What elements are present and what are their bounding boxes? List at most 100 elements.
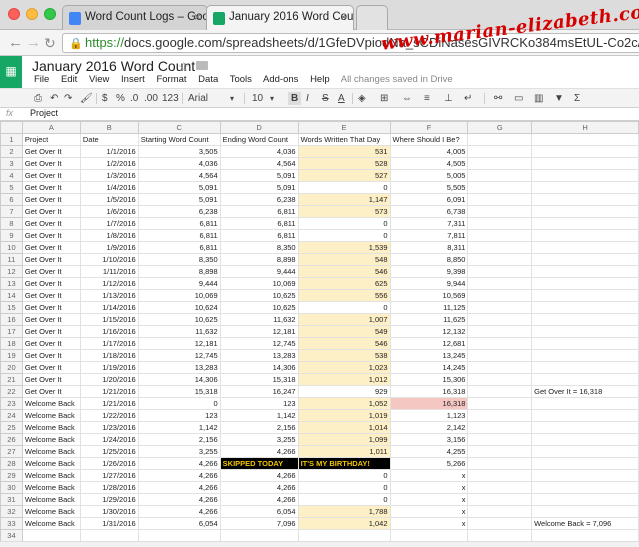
cell-b9[interactable]: 1/8/2016 [79, 229, 139, 242]
menu-insert[interactable]: Insert [121, 74, 145, 85]
cell-c6[interactable]: 5,091 [137, 193, 221, 206]
row-header[interactable]: 20 [0, 361, 23, 374]
cell-b13[interactable]: 1/12/2016 [79, 277, 139, 290]
cell-b31[interactable]: 1/29/2016 [79, 493, 139, 506]
cell-g20[interactable] [467, 361, 533, 374]
cell-g17[interactable] [467, 325, 533, 338]
cell-c21[interactable]: 14,306 [137, 373, 221, 386]
cell-f12[interactable]: 9,398 [389, 265, 469, 278]
cell-d31[interactable]: 4,266 [219, 493, 299, 506]
cell-g19[interactable] [467, 349, 533, 362]
cell-a7[interactable]: Get Over It [21, 205, 81, 218]
row-header[interactable]: 25 [0, 421, 23, 434]
print-icon[interactable]: ⎙ [34, 92, 42, 105]
cell-c28[interactable]: 4,266 [137, 457, 221, 470]
cell-f9[interactable]: 7,811 [389, 229, 469, 242]
cell-c12[interactable]: 8,898 [137, 265, 221, 278]
menu-add-ons[interactable]: Add-ons [263, 74, 298, 85]
cell-a19[interactable]: Get Over It [21, 349, 81, 362]
insert-link-icon[interactable]: ⚯ [494, 92, 502, 105]
cell-e17[interactable]: 549 [297, 325, 391, 338]
cell-c13[interactable]: 9,444 [137, 277, 221, 290]
cell-h33[interactable]: Welcome Back = 7,096 [531, 517, 639, 530]
cell-c10[interactable]: 6,811 [137, 241, 221, 254]
cell-d22[interactable]: 16,247 [219, 385, 299, 398]
fill-color-icon[interactable]: ◈ [358, 92, 366, 105]
cell-g27[interactable] [467, 445, 533, 458]
cell-f32[interactable]: x [389, 505, 469, 518]
cell-e33[interactable]: 1,042 [297, 517, 391, 530]
column-header-g[interactable]: G [467, 121, 533, 134]
cell-e6[interactable]: 1,147 [297, 193, 391, 206]
cell-b19[interactable]: 1/18/2016 [79, 349, 139, 362]
insert-chart-icon[interactable]: ▥ [534, 92, 543, 105]
row-header[interactable]: 6 [0, 193, 23, 206]
cell-d6[interactable]: 6,238 [219, 193, 299, 206]
cell-d17[interactable]: 12,181 [219, 325, 299, 338]
row-header[interactable]: 4 [0, 169, 23, 182]
cell-f3[interactable]: 4,505 [389, 157, 469, 170]
cell-g32[interactable] [467, 505, 533, 518]
cell-g30[interactable] [467, 481, 533, 494]
cell-d13[interactable]: 10,069 [219, 277, 299, 290]
cell-a26[interactable]: Welcome Back [21, 433, 81, 446]
cell-e23[interactable]: 1,052 [297, 397, 391, 410]
cell-a10[interactable]: Get Over It [21, 241, 81, 254]
redo-icon[interactable]: ↷ [64, 92, 72, 105]
cell-b20[interactable]: 1/19/2016 [79, 361, 139, 374]
cell-d4[interactable]: 5,091 [219, 169, 299, 182]
cell-d15[interactable]: 10,625 [219, 301, 299, 314]
cell-c31[interactable]: 4,266 [137, 493, 221, 506]
cell-g10[interactable] [467, 241, 533, 254]
menu-help[interactable]: Help [310, 74, 330, 85]
cell-a27[interactable]: Welcome Back [21, 445, 81, 458]
cell-e8[interactable]: 0 [297, 217, 391, 230]
row-header[interactable]: 18 [0, 337, 23, 350]
cell-h24[interactable] [531, 409, 639, 422]
cell-d32[interactable]: 6,054 [219, 505, 299, 518]
cell-e28[interactable]: IT'S MY BIRTHDAY! [297, 457, 391, 470]
decrease-decimal-button[interactable]: .0 [130, 92, 138, 105]
cell-f10[interactable]: 8,311 [389, 241, 469, 254]
cell-c25[interactable]: 1,142 [137, 421, 221, 434]
column-header-d[interactable]: D [219, 121, 299, 134]
menu-format[interactable]: Format [156, 74, 186, 85]
cell-f21[interactable]: 15,306 [389, 373, 469, 386]
cell-d34[interactable] [219, 529, 299, 541]
cell-h1[interactable] [531, 133, 639, 146]
cell-b10[interactable]: 1/9/2016 [79, 241, 139, 254]
cell-h6[interactable] [531, 193, 639, 206]
italic-button[interactable]: I [306, 92, 309, 105]
cell-e7[interactable]: 573 [297, 205, 391, 218]
increase-decimal-button[interactable]: .00 [144, 92, 158, 105]
cell-h28[interactable] [531, 457, 639, 470]
borders-icon[interactable]: ⊞ [380, 92, 388, 105]
cell-f24[interactable]: 1,123 [389, 409, 469, 422]
cell-f26[interactable]: 3,156 [389, 433, 469, 446]
cell-h13[interactable] [531, 277, 639, 290]
new-tab-button[interactable] [356, 5, 388, 30]
cell-a22[interactable]: Get Over It [21, 385, 81, 398]
cell-c8[interactable]: 6,811 [137, 217, 221, 230]
cell-g9[interactable] [467, 229, 533, 242]
cell-f29[interactable]: x [389, 469, 469, 482]
cell-c3[interactable]: 4,036 [137, 157, 221, 170]
cell-h16[interactable] [531, 313, 639, 326]
more-formats-button[interactable]: 123 [162, 92, 179, 105]
column-header-e[interactable]: E [297, 121, 391, 134]
cell-f13[interactable]: 9,944 [389, 277, 469, 290]
row-header[interactable]: 26 [0, 433, 23, 446]
cell-c11[interactable]: 8,350 [137, 253, 221, 266]
cell-c17[interactable]: 11,632 [137, 325, 221, 338]
cell-h21[interactable] [531, 373, 639, 386]
cell-g15[interactable] [467, 301, 533, 314]
cell-c20[interactable]: 13,283 [137, 361, 221, 374]
chevron-down-icon[interactable]: ▾ [270, 92, 274, 105]
cell-a24[interactable]: Welcome Back [21, 409, 81, 422]
cell-a11[interactable]: Get Over It [21, 253, 81, 266]
cell-b3[interactable]: 1/2/2016 [79, 157, 139, 170]
cell-b21[interactable]: 1/20/2016 [79, 373, 139, 386]
cell-h30[interactable] [531, 481, 639, 494]
cell-h31[interactable] [531, 493, 639, 506]
cell-f31[interactable]: x [389, 493, 469, 506]
